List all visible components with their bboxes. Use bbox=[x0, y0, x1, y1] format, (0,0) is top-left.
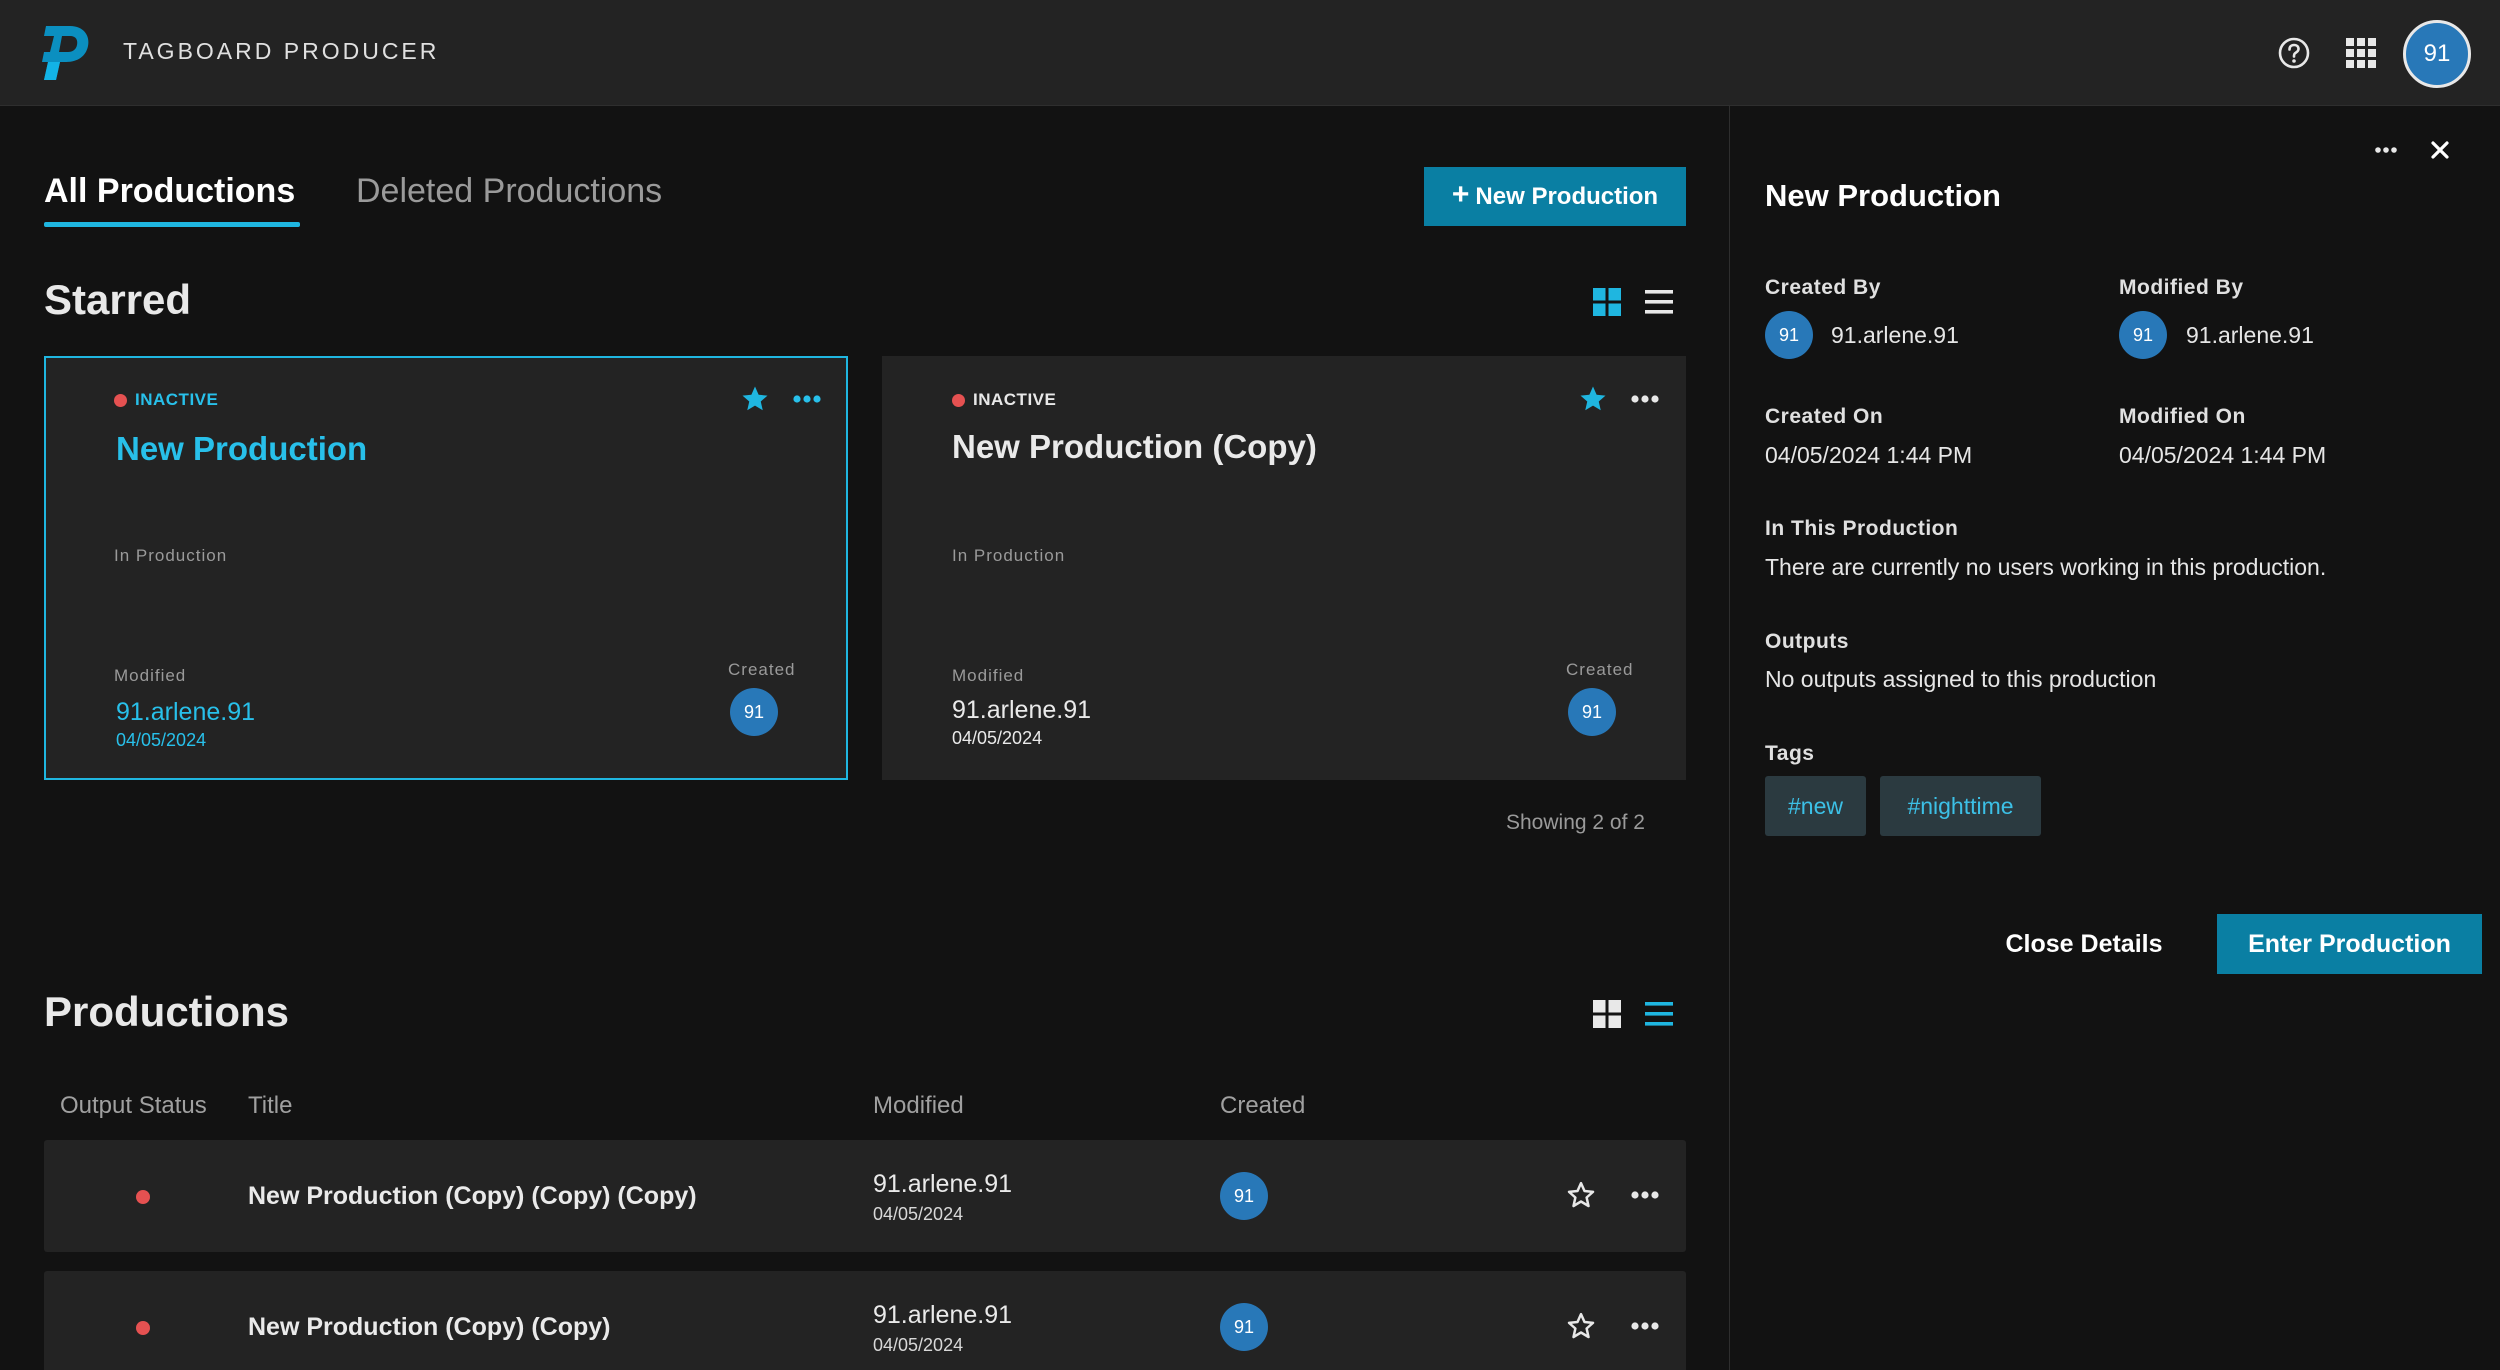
creator-avatar: 91 bbox=[730, 688, 778, 736]
app-title: TAGBOARD PRODUCER bbox=[123, 38, 440, 64]
card-title[interactable]: New Production bbox=[116, 430, 367, 468]
apps-grid-icon[interactable] bbox=[2342, 34, 2380, 72]
row-modified-date: 04/05/2024 bbox=[873, 1335, 964, 1355]
column-header-modified[interactable]: Modified bbox=[873, 1092, 964, 1120]
inactive-status-dot bbox=[114, 393, 127, 407]
grid-view-icon[interactable] bbox=[1591, 998, 1623, 1030]
tag-chip[interactable]: #new bbox=[1765, 776, 1866, 836]
panel-more-options-icon[interactable] bbox=[2372, 138, 2400, 162]
status-badge: INACTIVE bbox=[952, 390, 1056, 410]
help-icon[interactable] bbox=[2275, 34, 2313, 72]
creator-avatar: 91 bbox=[1220, 1303, 1268, 1351]
created-by-value: 91.arlene.91 bbox=[1831, 322, 1959, 348]
created-on-label: Created On bbox=[1765, 405, 1884, 428]
card-phase: In Production bbox=[952, 546, 1066, 565]
row-modified-by: 91.arlene.91 bbox=[873, 1301, 1013, 1329]
tagboard-logo-icon[interactable] bbox=[40, 22, 92, 84]
row-modified-by: 91.arlene.91 bbox=[873, 1170, 1013, 1198]
user-avatar[interactable]: 91 bbox=[2403, 20, 2471, 88]
starred-production-card[interactable]: INACTIVE New Production In Production Mo… bbox=[44, 356, 848, 780]
modified-label: Modified bbox=[114, 666, 187, 685]
inactive-status-dot bbox=[136, 1190, 150, 1204]
created-on-value: 04/05/2024 1:44 PM bbox=[1765, 442, 1973, 468]
grid-view-icon[interactable] bbox=[1591, 286, 1623, 318]
creator-avatar: 91 bbox=[1568, 688, 1616, 736]
new-production-button[interactable]: + New Production bbox=[1424, 167, 1686, 226]
column-header-title[interactable]: Title bbox=[248, 1092, 292, 1120]
star-filled-icon[interactable] bbox=[1578, 384, 1608, 414]
modified-by-avatar: 91 bbox=[2119, 311, 2167, 359]
column-header-created[interactable]: Created bbox=[1220, 1092, 1305, 1120]
created-by-label: Created By bbox=[1765, 276, 1881, 299]
modified-by: 91.arlene.91 bbox=[116, 698, 256, 726]
created-label: Created bbox=[728, 660, 796, 679]
tag-chip[interactable]: #nighttime bbox=[1880, 776, 2041, 836]
close-icon[interactable] bbox=[2426, 136, 2454, 164]
inactive-status-dot bbox=[952, 393, 965, 407]
close-details-button[interactable]: Close Details bbox=[2000, 914, 2168, 974]
more-options-icon[interactable] bbox=[1628, 1180, 1662, 1210]
tab-all-productions[interactable]: All Productions bbox=[44, 172, 295, 211]
creator-avatar: 91 bbox=[1220, 1172, 1268, 1220]
starred-production-card[interactable]: INACTIVE New Production (Copy) In Produc… bbox=[882, 356, 1686, 780]
modified-by-label: Modified By bbox=[2119, 276, 2244, 299]
row-title[interactable]: New Production (Copy) (Copy) bbox=[248, 1313, 610, 1342]
row-title[interactable]: New Production (Copy) (Copy) (Copy) bbox=[248, 1182, 697, 1211]
productions-heading: Productions bbox=[44, 988, 290, 1035]
more-options-icon[interactable] bbox=[790, 384, 824, 414]
modified-date: 04/05/2024 bbox=[952, 728, 1043, 748]
status-text: INACTIVE bbox=[135, 390, 219, 409]
modified-on-label: Modified On bbox=[2119, 405, 2246, 428]
modified-date: 04/05/2024 bbox=[116, 730, 207, 750]
column-header-output-status[interactable]: Output Status bbox=[60, 1092, 207, 1120]
tab-deleted-productions[interactable]: Deleted Productions bbox=[356, 172, 662, 211]
modified-on-value: 04/05/2024 1:44 PM bbox=[2119, 442, 2327, 468]
card-title[interactable]: New Production (Copy) bbox=[952, 428, 1317, 466]
status-text: INACTIVE bbox=[973, 390, 1057, 409]
table-row[interactable]: New Production (Copy) (Copy) 91.arlene.9… bbox=[44, 1271, 1686, 1370]
showing-count: Showing 2 of 2 bbox=[1506, 811, 1645, 834]
plus-icon: + bbox=[1451, 178, 1470, 211]
created-label: Created bbox=[1566, 660, 1634, 679]
modified-by: 91.arlene.91 bbox=[952, 696, 1092, 724]
details-title: New Production bbox=[1765, 178, 2001, 213]
star-outline-icon[interactable] bbox=[1566, 1311, 1596, 1341]
more-options-icon[interactable] bbox=[1628, 1311, 1662, 1341]
inactive-status-dot bbox=[136, 1321, 150, 1335]
active-tab-indicator bbox=[44, 222, 300, 227]
card-phase: In Production bbox=[114, 546, 228, 565]
in-production-text: There are currently no users working in … bbox=[1765, 554, 2327, 580]
starred-heading: Starred bbox=[44, 276, 192, 323]
top-bar: TAGBOARD PRODUCER 91 bbox=[0, 0, 2500, 106]
status-badge: INACTIVE bbox=[114, 390, 218, 410]
enter-production-button[interactable]: Enter Production bbox=[2217, 914, 2482, 974]
star-filled-icon[interactable] bbox=[740, 384, 770, 414]
new-production-button-label: New Production bbox=[1475, 182, 1659, 210]
in-production-label: In This Production bbox=[1765, 517, 1959, 540]
star-outline-icon[interactable] bbox=[1566, 1180, 1596, 1210]
outputs-label: Outputs bbox=[1765, 630, 1849, 653]
tags-label: Tags bbox=[1765, 742, 1815, 765]
row-modified-date: 04/05/2024 bbox=[873, 1204, 964, 1224]
created-by-avatar: 91 bbox=[1765, 311, 1813, 359]
more-options-icon[interactable] bbox=[1628, 384, 1662, 414]
table-row[interactable]: New Production (Copy) (Copy) (Copy) 91.a… bbox=[44, 1140, 1686, 1252]
modified-by-value: 91.arlene.91 bbox=[2186, 322, 2314, 348]
modified-label: Modified bbox=[952, 666, 1025, 685]
list-view-icon[interactable] bbox=[1643, 998, 1675, 1030]
list-view-icon[interactable] bbox=[1643, 286, 1675, 318]
outputs-text: No outputs assigned to this production bbox=[1765, 666, 2157, 692]
